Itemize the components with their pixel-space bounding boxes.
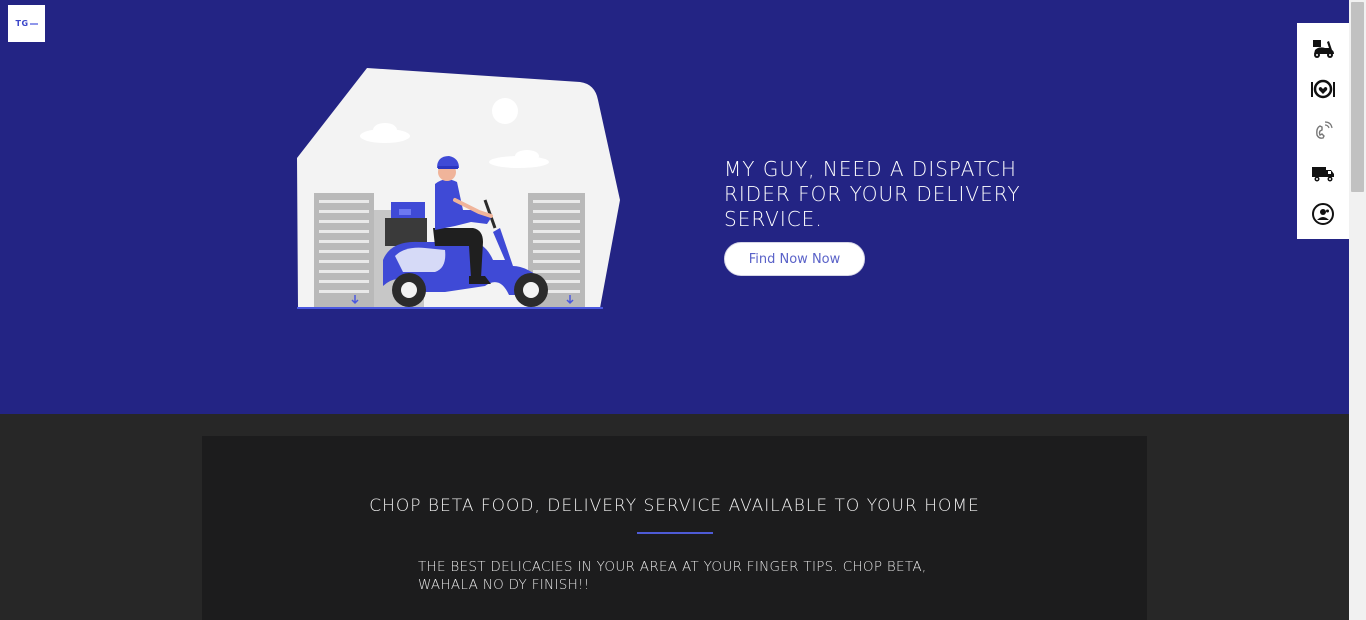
title-underline xyxy=(637,532,713,534)
side-nav-item-food[interactable] xyxy=(1308,74,1338,104)
side-nav xyxy=(1297,23,1349,239)
side-nav-item-truck[interactable] xyxy=(1308,158,1338,188)
food-delivery-section: CHOP BETA FOOD, DELIVERY SERVICE AVAILAB… xyxy=(202,436,1147,620)
section-title: CHOP BETA FOOD, DELIVERY SERVICE AVAILAB… xyxy=(369,496,980,516)
user-profile-icon xyxy=(1312,203,1334,226)
find-now-button[interactable]: Find Now Now xyxy=(724,242,865,276)
logo-line xyxy=(29,22,38,25)
section-description: THE BEST DELICACIES IN YOUR AREA AT YOUR… xyxy=(418,559,927,593)
scrollbar[interactable] xyxy=(1349,0,1366,620)
logo-label: TG xyxy=(15,19,29,28)
scrollbar-thumb[interactable] xyxy=(1351,2,1364,192)
logo[interactable]: TG xyxy=(8,5,45,42)
side-nav-item-contact[interactable] xyxy=(1308,116,1338,146)
food-plate-icon xyxy=(1311,80,1335,99)
delivery-rider-illustration xyxy=(297,68,620,309)
side-nav-item-delivery[interactable] xyxy=(1308,33,1338,63)
logo-text: TG xyxy=(15,19,38,28)
hero-title: MY GUY, NEED A DISPATCH RIDER FOR YOUR D… xyxy=(724,157,1021,231)
delivery-scooter-icon xyxy=(1313,39,1334,58)
truck-icon xyxy=(1312,166,1334,182)
hero-section: TG MY GUY, NEED A DISPATCH RIDER FOR YOU… xyxy=(0,0,1349,414)
phone-icon xyxy=(1316,121,1333,139)
side-nav-item-profile[interactable] xyxy=(1308,199,1338,229)
